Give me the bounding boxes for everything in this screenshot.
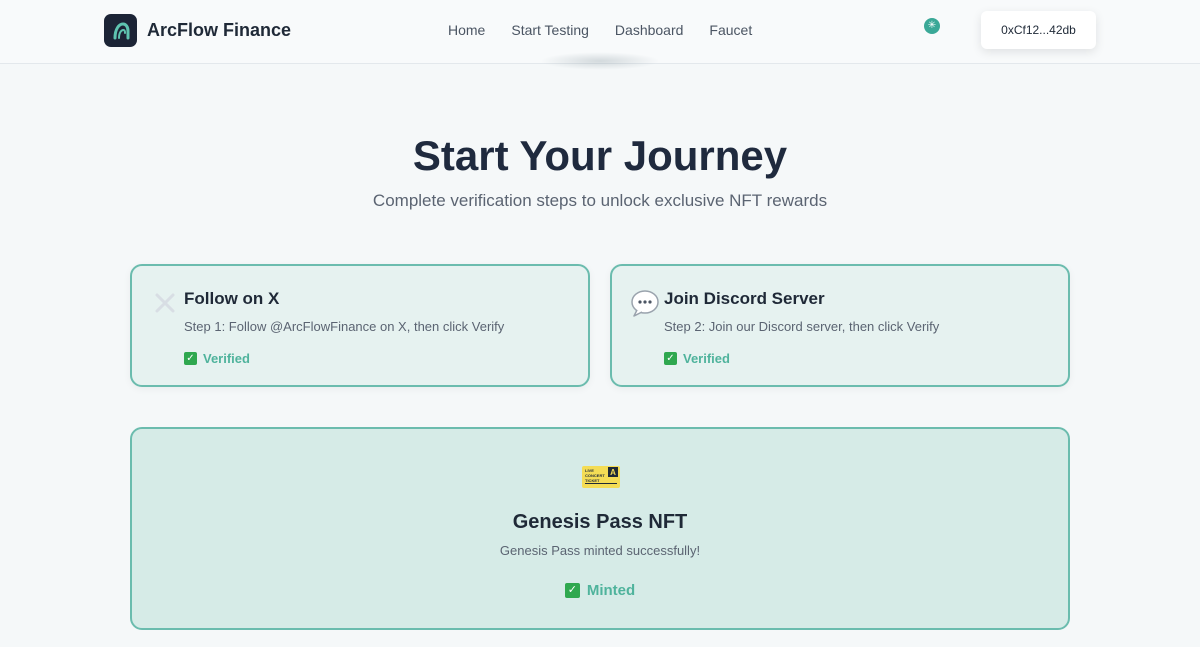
- page-subtitle: Complete verification steps to unlock ex…: [372, 191, 828, 210]
- step-card-follow-x: Follow on X Step 1: Follow @ArcFlowFinan…: [130, 264, 590, 387]
- checkmark-icon: ✓: [184, 352, 197, 365]
- ticket-badge: A: [608, 467, 618, 477]
- ticket-footer-line: [585, 483, 617, 486]
- page-title: Start Your Journey: [412, 132, 788, 179]
- arc-logo-icon: [113, 21, 129, 39]
- ticket-text: LIVE CONCERT TICKET: [585, 468, 605, 483]
- nft-description: Genesis Pass minted successfully!: [499, 543, 701, 558]
- status-label: Verified: [203, 351, 250, 366]
- checkmark-icon: ✓: [564, 583, 580, 598]
- checkmark-icon: ✓: [664, 352, 677, 365]
- step-status: ✓ Verified: [184, 351, 250, 366]
- status-label: Verified: [683, 351, 730, 366]
- active-nav-indicator: [540, 52, 660, 70]
- step-card-join-discord: Join Discord Server Step 2: Join our Dis…: [610, 264, 1070, 387]
- wallet-address-button[interactable]: 0xCf12...42db: [981, 11, 1096, 49]
- ticket-icon: LIVE CONCERT TICKET A: [582, 466, 620, 488]
- x-logo-icon: [150, 288, 180, 318]
- arcflow-logo[interactable]: [104, 14, 137, 47]
- status-label: Minted: [586, 582, 636, 599]
- nav-dashboard[interactable]: Dashboard: [615, 22, 684, 38]
- genesis-pass-panel: LIVE CONCERT TICKET A Genesis Pass NFT G…: [130, 427, 1070, 630]
- step-description: Step 1: Follow @ArcFlowFinance on X, the…: [184, 319, 505, 334]
- nft-title: Genesis Pass NFT: [512, 511, 688, 533]
- step-status: ✓ Verified: [664, 351, 730, 366]
- step-title: Join Discord Server: [664, 289, 825, 308]
- network-status-icon[interactable]: ✳: [924, 18, 940, 34]
- step-description: Step 2: Join our Discord server, then cl…: [664, 319, 940, 334]
- main-nav: Home Start Testing Dashboard Faucet: [448, 22, 752, 38]
- speech-bubble-icon: [630, 288, 660, 318]
- brand-name[interactable]: ArcFlow Finance: [147, 20, 291, 41]
- top-header: ArcFlow Finance Home Start Testing Dashb…: [0, 0, 1200, 70]
- step-title: Follow on X: [184, 289, 280, 308]
- nav-start-testing[interactable]: Start Testing: [511, 22, 589, 38]
- nav-faucet[interactable]: Faucet: [709, 22, 752, 38]
- nav-home[interactable]: Home: [448, 22, 485, 38]
- nft-status: ✓ Minted: [132, 582, 1068, 599]
